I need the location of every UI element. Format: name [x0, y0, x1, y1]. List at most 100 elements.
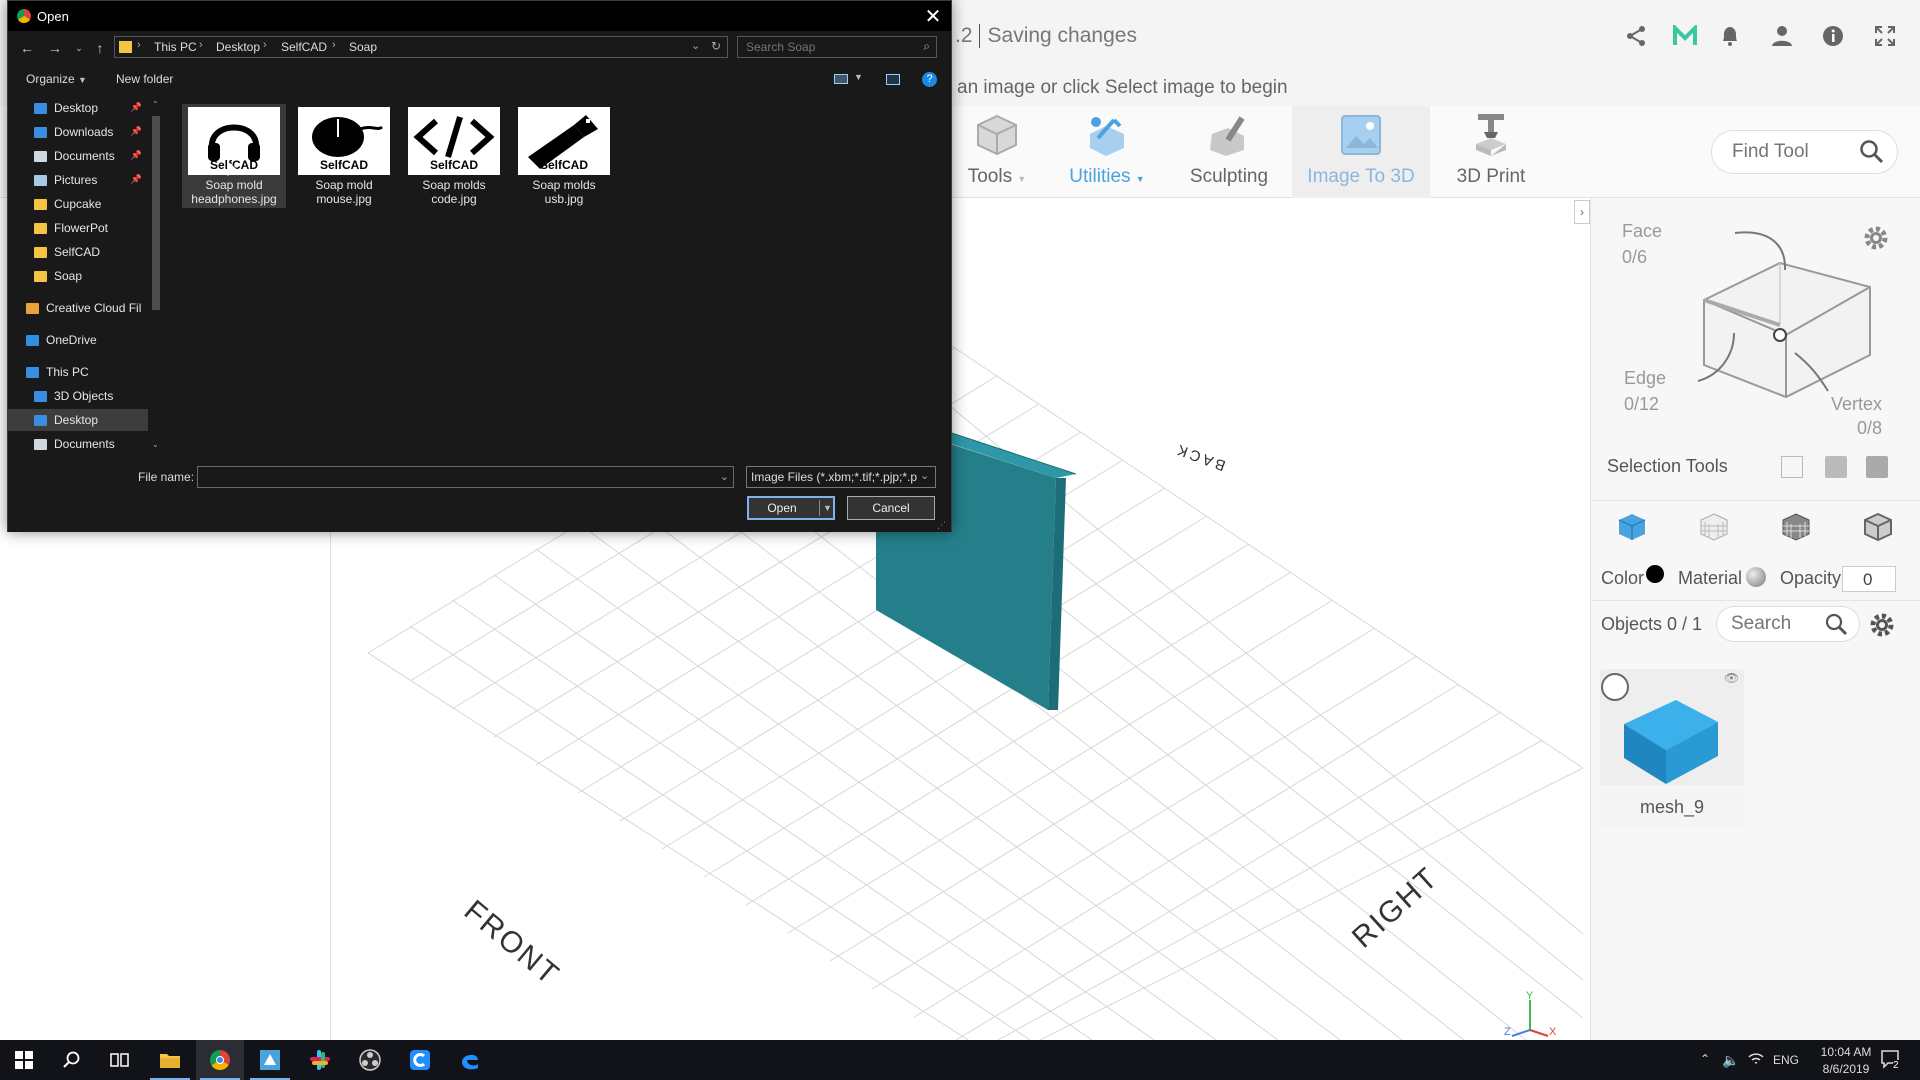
utilities-menu-button[interactable]: Utilities ▼	[1054, 106, 1160, 198]
face-mode-icon[interactable]	[1699, 512, 1729, 547]
nav-item-documents[interactable]: Documents 📌	[8, 145, 148, 167]
color-swatch[interactable]	[1646, 565, 1664, 583]
bell-icon[interactable]	[1714, 20, 1746, 52]
select-arrow-icon[interactable]	[1781, 456, 1803, 478]
nav-item-3d-objects[interactable]: 3D Objects	[8, 385, 148, 407]
search-icon[interactable]	[1859, 139, 1885, 165]
selfcad-app-icon[interactable]	[246, 1040, 294, 1080]
start-icon[interactable]	[0, 1040, 48, 1080]
task-view-icon[interactable]	[96, 1040, 144, 1080]
find-tool-input[interactable]	[1732, 139, 1852, 165]
file-name-field[interactable]: ⌄	[197, 466, 734, 488]
nav-item-pictures[interactable]: Pictures 📌	[8, 169, 148, 191]
file-name-input[interactable]	[202, 470, 702, 484]
close-icon[interactable]: ✕	[918, 3, 948, 29]
image-to-3d-button[interactable]: Image To 3D	[1292, 106, 1430, 198]
chevron-down-icon[interactable]: ▼	[854, 72, 863, 82]
app-c-icon[interactable]	[396, 1040, 444, 1080]
chevron-up-icon[interactable]: ⌃	[152, 100, 159, 109]
info-icon[interactable]	[1817, 20, 1849, 52]
nav-item-selfcad[interactable]: SelfCAD	[8, 241, 148, 263]
recent-locations-icon[interactable]: ⌄	[68, 38, 90, 58]
breadcrumb-this-pc[interactable]: This PC	[154, 40, 197, 54]
chevron-down-icon[interactable]: ⌄	[691, 39, 700, 52]
breadcrumb-soap[interactable]: Soap	[349, 40, 377, 54]
forward-arrow-icon[interactable]: →	[44, 38, 66, 58]
dialog-search-input[interactable]	[746, 40, 906, 54]
search-icon[interactable]: ⌕	[923, 39, 930, 54]
cancel-button[interactable]: Cancel	[847, 496, 935, 520]
nav-item-documents[interactable]: Documents	[8, 433, 148, 455]
organize-menu[interactable]: Organize ▼	[26, 72, 87, 86]
file-explorer-icon[interactable]	[146, 1040, 194, 1080]
fullscreen-icon[interactable]	[1869, 20, 1901, 52]
share-icon[interactable]	[1620, 20, 1652, 52]
resize-grip-icon[interactable]: ⋰	[937, 520, 946, 531]
breadcrumb-selfcad[interactable]: SelfCAD	[281, 40, 327, 54]
view-options-icon[interactable]	[834, 74, 848, 84]
nav-item-onedrive[interactable]: OneDrive	[8, 329, 148, 351]
3d-print-button[interactable]: 3D Print	[1446, 106, 1536, 198]
chevron-down-icon[interactable]: ⌄	[720, 470, 729, 483]
nav-item-downloads[interactable]: Downloads 📌	[8, 121, 148, 143]
breadcrumb-desktop[interactable]: Desktop	[216, 40, 260, 54]
file-item[interactable]: SelfCAD Soap mold mouse.jpg	[292, 104, 396, 208]
language-indicator[interactable]: ENG	[1773, 1053, 1799, 1067]
file-item[interactable]: SelfCAD Soap molds usb.jpg	[512, 104, 616, 208]
obs-icon[interactable]	[346, 1040, 394, 1080]
collapse-panel-button[interactable]: ›	[1574, 200, 1590, 224]
slack-icon[interactable]	[296, 1040, 344, 1080]
preview-pane-icon[interactable]	[886, 74, 900, 85]
tools-menu-button[interactable]: Tools ▼	[955, 106, 1039, 198]
nav-item-soap[interactable]: Soap	[8, 265, 148, 287]
up-arrow-icon[interactable]: ↑	[89, 38, 111, 58]
nav-scroll-thumb[interactable]	[152, 116, 160, 310]
chevron-down-icon[interactable]: ▼	[823, 503, 832, 513]
select-box-icon[interactable]	[1825, 456, 1847, 478]
file-item[interactable]: SelfCAD Soap mold headphones.jpg	[182, 104, 286, 208]
object-search-input[interactable]	[1731, 613, 1821, 635]
vertex-mode-icon[interactable]	[1863, 512, 1893, 547]
file-type-select[interactable]: Image Files (*.xbm;*.tif;*.pjp;*.p	[746, 466, 936, 488]
dialog-search[interactable]: ⌕	[737, 36, 937, 58]
refresh-icon[interactable]: ↻	[711, 39, 721, 53]
new-folder-button[interactable]: New folder	[116, 72, 173, 86]
nav-item-label: Documents	[54, 149, 115, 163]
volume-icon[interactable]: 🔈	[1722, 1052, 1739, 1069]
back-arrow-icon[interactable]: ←	[16, 38, 38, 58]
m-logo-icon[interactable]	[1669, 20, 1701, 52]
search-icon[interactable]	[1825, 613, 1849, 637]
object-mode-icon[interactable]	[1617, 512, 1647, 547]
user-icon[interactable]	[1766, 20, 1798, 52]
open-button[interactable]: Open ▼	[747, 496, 835, 520]
opacity-input[interactable]: 0	[1842, 566, 1896, 592]
gear-icon[interactable]	[1868, 611, 1896, 644]
chevron-up-icon[interactable]: ⌃	[1700, 1052, 1710, 1066]
address-bar[interactable]: › This PC › Desktop › SelfCAD › Soap ⌄ ↻	[114, 36, 728, 58]
sculpting-button[interactable]: Sculpting	[1176, 106, 1282, 198]
network-icon[interactable]	[1748, 1052, 1764, 1069]
search-icon[interactable]	[48, 1040, 96, 1080]
nav-item-desktop[interactable]: Desktop	[8, 409, 148, 431]
eye-hidden-icon[interactable]: 👁	[1724, 671, 1739, 685]
clock-time[interactable]: 10:04 AM	[1818, 1045, 1874, 1059]
clock-date[interactable]: 8/6/2019	[1818, 1062, 1874, 1076]
nav-item-creative-cloud-fil[interactable]: Creative Cloud Fil	[8, 297, 148, 319]
edge-browser-icon[interactable]	[446, 1040, 494, 1080]
nav-item-this-pc[interactable]: This PC	[8, 361, 148, 383]
help-icon[interactable]: ?	[922, 72, 937, 87]
file-item[interactable]: SelfCAD Soap molds code.jpg	[402, 104, 506, 208]
select-solid-icon[interactable]	[1866, 456, 1888, 478]
object-search[interactable]	[1716, 606, 1860, 642]
chevron-down-icon: ▼	[78, 75, 87, 85]
chevron-down-icon[interactable]: ⌄	[152, 440, 159, 449]
edge-mode-icon[interactable]	[1781, 512, 1811, 547]
find-tool-search[interactable]	[1711, 130, 1898, 174]
chevron-down-icon[interactable]: ⌄	[920, 469, 929, 482]
nav-item-desktop[interactable]: Desktop 📌	[8, 97, 148, 119]
nav-item-cupcake[interactable]: Cupcake	[8, 193, 148, 215]
chrome-icon[interactable]	[196, 1040, 244, 1080]
gear-icon[interactable]	[1862, 224, 1890, 257]
material-sphere-icon[interactable]	[1746, 567, 1766, 587]
nav-item-flowerpot[interactable]: FlowerPot	[8, 217, 148, 239]
